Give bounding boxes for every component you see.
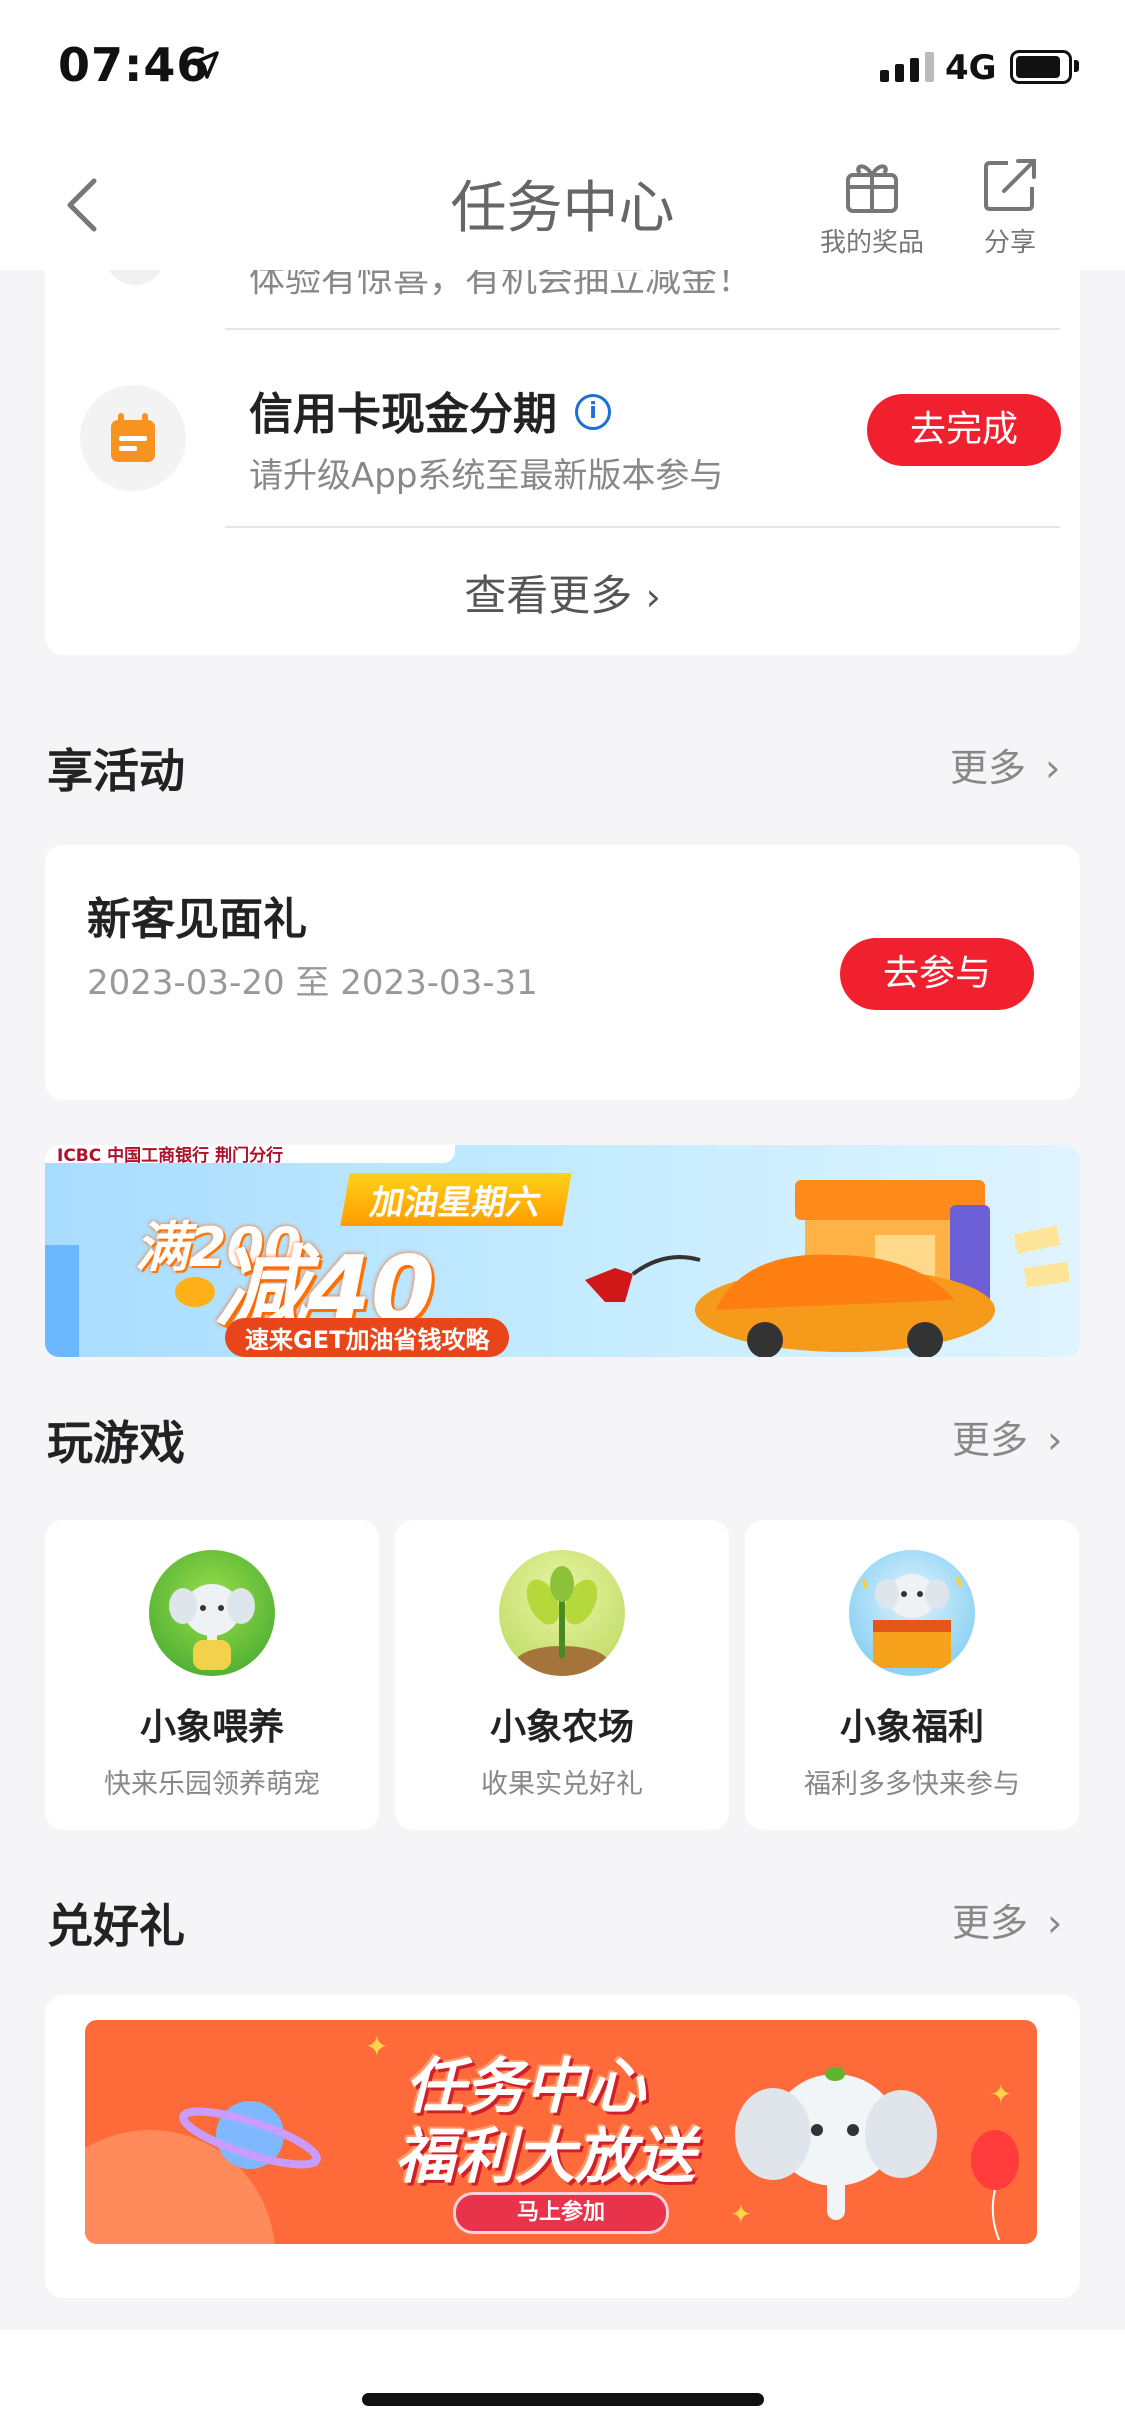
chevron-right-icon: › <box>645 575 661 619</box>
game-card-farm[interactable]: 小象农场 收果实兑好礼 <box>395 1520 729 1830</box>
coin-shape <box>175 1277 215 1307</box>
gifts-more-link[interactable]: 更多 › <box>952 1892 1062 1947</box>
complete-task-button[interactable]: 去完成 <box>867 394 1061 466</box>
balloon-icon <box>971 2130 1019 2240</box>
divider <box>225 526 1060 528</box>
building-shape <box>45 1245 79 1357</box>
game-card-welfare[interactable]: 小象福利 福利多多快来参与 <box>745 1520 1079 1830</box>
status-bar: 07:46 4G <box>0 0 1125 135</box>
game-subtitle: 福利多多快来参与 <box>804 1769 1020 1800</box>
elephant-feeding-icon <box>149 1550 275 1676</box>
divider <box>225 328 1060 330</box>
join-activity-button[interactable]: 去参与 <box>840 938 1034 1010</box>
battery-icon <box>1010 50 1072 84</box>
installment-task-icon <box>80 385 186 491</box>
share-icon <box>984 159 1036 211</box>
location-arrow-icon <box>191 51 219 79</box>
join-now-button[interactable]: 马上参加 <box>453 2192 669 2234</box>
gift-icon <box>846 164 898 213</box>
game-name: 小象福利 <box>839 1707 984 1748</box>
task-subtitle: 请升级App系统至最新版本参与 <box>249 456 724 496</box>
game-card-feeding[interactable]: 小象喂养 快来乐园领养萌宠 <box>45 1520 379 1830</box>
network-type: 4G <box>945 48 997 88</box>
sparkle-icon: ✦ <box>365 2030 389 2063</box>
gifts-more-label: 更多 <box>952 1901 1029 1945</box>
activities-more-label: 更多 <box>950 746 1027 790</box>
bank-logo-text: ICBC 中国工商银行 荆门分行 <box>57 1146 284 1166</box>
gifts-section-title: 兑好礼 <box>47 1899 185 1953</box>
game-subtitle: 快来乐园领养萌宠 <box>104 1769 320 1800</box>
activities-more-link[interactable]: 更多 › <box>950 737 1060 792</box>
elephant-mascot-icon <box>735 2067 937 2220</box>
my-prizes-button[interactable]: 我的奖品 <box>812 155 932 259</box>
info-icon[interactable]: i <box>575 394 611 430</box>
activity-date-range: 2023-03-20 至 2023-03-31 <box>87 963 538 1003</box>
banner-line2: 福利大放送 <box>395 2122 695 2192</box>
farm-sprout-icon <box>499 1550 625 1676</box>
chevron-right-icon: › <box>1047 1418 1063 1462</box>
share-label: 分享 <box>983 228 1036 258</box>
sparkle-icon: ✦ <box>730 2200 752 2230</box>
chevron-right-icon: › <box>1047 1901 1063 1945</box>
welfare-promo-banner[interactable]: 任务中心 福利大放送 马上参加 ✦ ✦ ✦ <box>85 2020 1037 2244</box>
activity-title: 新客见面礼 <box>87 894 307 945</box>
planet-icon <box>179 2101 321 2169</box>
gifts-card: 任务中心 福利大放送 马上参加 ✦ ✦ ✦ <box>45 1995 1080 2298</box>
see-more-label: 查看更多 <box>464 571 633 620</box>
page-title: 任务中心 <box>450 176 675 241</box>
elephant-welfare-icon <box>849 1550 975 1676</box>
activity-card[interactable]: 新客见面礼 2023-03-20 至 2023-03-31 去参与 <box>45 845 1080 1100</box>
games-section-title: 玩游戏 <box>47 1416 185 1470</box>
fuel-promo-banner[interactable]: ICBC 中国工商银行 荆门分行 加油星期六 满200 减40 速来GET加油省… <box>45 1145 1080 1357</box>
game-subtitle: 收果实兑好礼 <box>481 1769 643 1800</box>
share-button[interactable]: 分享 <box>968 155 1052 259</box>
activities-section-title: 享活动 <box>47 744 185 798</box>
task-title: 信用卡现金分期 <box>249 389 557 440</box>
battery-tip <box>1074 60 1079 72</box>
game-name: 小象农场 <box>489 1707 634 1748</box>
nav-bar: 任务中心 我的奖品 分享 <box>0 135 1125 270</box>
gas-station-car-illustration <box>695 1180 1071 1357</box>
bottom-safe-area <box>0 2330 1125 2436</box>
status-time: 07:46 <box>58 38 210 92</box>
games-more-link[interactable]: 更多 › <box>952 1409 1062 1464</box>
games-more-label: 更多 <box>952 1418 1029 1462</box>
calendar-icon <box>111 413 155 462</box>
see-more-link[interactable]: 查看更多 › <box>45 562 1080 623</box>
home-indicator[interactable] <box>362 2393 764 2406</box>
chevron-right-icon: › <box>1045 746 1061 790</box>
game-name: 小象喂养 <box>139 1707 284 1748</box>
fuel-cta: 速来GET加油省钱攻略 <box>225 1318 510 1357</box>
sparkle-icon: ✦ <box>990 2080 1012 2110</box>
my-prizes-label: 我的奖品 <box>819 228 924 258</box>
signal-icon <box>880 52 934 82</box>
